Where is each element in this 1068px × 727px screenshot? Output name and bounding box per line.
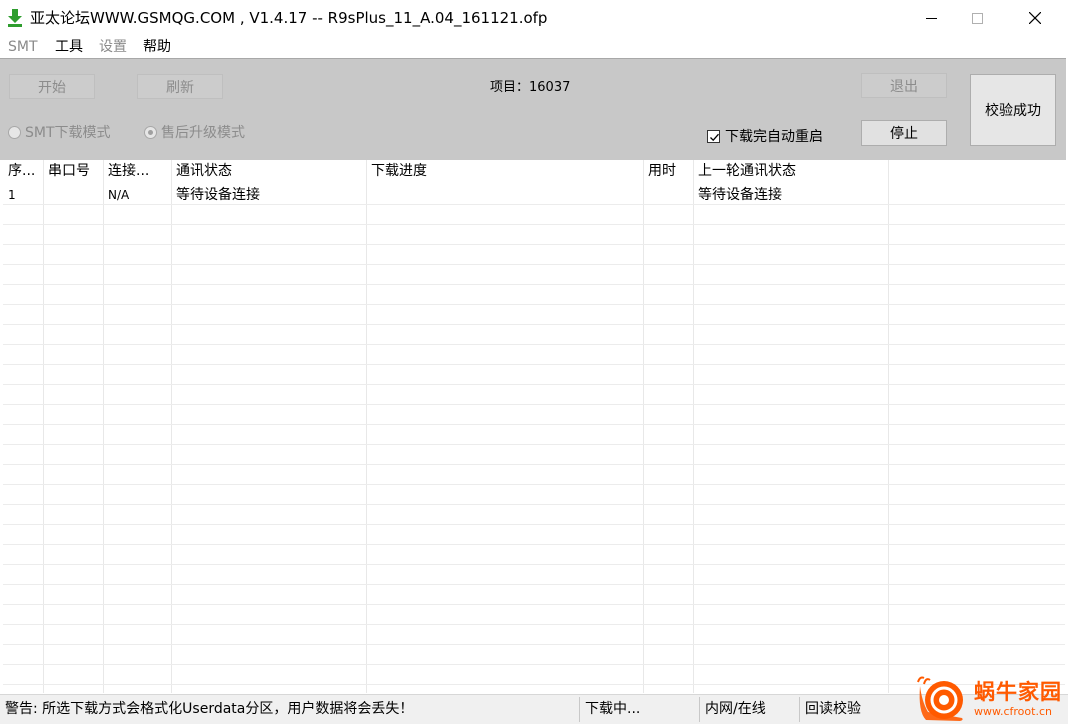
grid-row-line: [3, 604, 1065, 605]
menu-tools[interactable]: 工具: [55, 38, 83, 56]
col-connection[interactable]: 连接...: [103, 160, 171, 183]
snail-logo-icon: [917, 676, 963, 721]
cell-port: [43, 185, 103, 205]
watermark-text: 蜗牛家园: [974, 680, 1062, 704]
verify-success-button[interactable]: 校验成功: [970, 74, 1056, 146]
grid-row-line: [3, 344, 1065, 345]
menu-settings[interactable]: 设置: [99, 38, 127, 56]
radio-smt-label: SMT下载模式: [25, 125, 111, 141]
col-time[interactable]: 用时: [643, 160, 693, 183]
status-state: 下载中...: [585, 701, 641, 717]
menu-bar: SMT 工具 设置 帮助: [0, 36, 1068, 58]
radio-aftersales-mode[interactable]: 售后升级模式: [144, 122, 245, 142]
radio-circle-selected: [144, 125, 157, 139]
project-label: 项目：16037: [490, 80, 571, 95]
grid-row-line: [3, 424, 1065, 425]
grid-column-line: [103, 160, 104, 693]
status-warning: 警告: 所选下载方式会格式化Userdata分区，用户数据将会丢失！: [5, 701, 414, 717]
status-network: 内网/在线: [705, 701, 766, 717]
grid-row-line: [3, 384, 1065, 385]
menu-help[interactable]: 帮助: [143, 38, 171, 56]
grid-column-line: [693, 160, 694, 693]
exit-button[interactable]: 退出: [861, 73, 947, 98]
grid-row-line: [3, 584, 1065, 585]
grid-row-line: [3, 264, 1065, 265]
maximize-icon: [971, 12, 983, 24]
col-index[interactable]: 序...: [3, 160, 43, 183]
grid-row-line: [3, 364, 1065, 365]
radio-smt-mode[interactable]: SMT下载模式: [8, 122, 111, 142]
refresh-button[interactable]: 刷新: [137, 74, 223, 99]
grid-row-line: [3, 284, 1065, 285]
title-bar: 亚太论坛WWW.GSMQG.COM , V1.4.17 -- R9sPlus_1…: [0, 0, 1068, 36]
auto-reboot-checkbox[interactable]: 下载完自动重启: [707, 126, 823, 146]
grid-row-line: [3, 624, 1065, 625]
minimize-button[interactable]: [908, 0, 954, 36]
grid-row-line: [3, 404, 1065, 405]
menu-smt[interactable]: SMT: [8, 38, 38, 56]
status-bar: 警告: 所选下载方式会格式化Userdata分区，用户数据将会丢失！ 下载中..…: [0, 694, 1068, 724]
grid-row-line: [3, 564, 1065, 565]
close-button[interactable]: [1012, 0, 1058, 36]
grid-row-line: [3, 644, 1065, 645]
grid-row-line: [3, 484, 1065, 485]
grid-row-line: [3, 304, 1065, 305]
grid-row-line: [3, 324, 1065, 325]
cell-last-status: 等待设备连接: [698, 187, 782, 203]
window-title: 亚太论坛WWW.GSMQG.COM , V1.4.17 -- R9sPlus_1…: [30, 9, 548, 27]
cell-connection: N/A: [108, 188, 130, 202]
stop-button[interactable]: 停止: [861, 120, 947, 146]
grid-row-line: [3, 464, 1065, 465]
col-progress[interactable]: 下载进度: [366, 160, 643, 183]
grid-column-line: [171, 160, 172, 693]
checkmark-icon: [707, 129, 720, 143]
grid-row-line: [3, 444, 1065, 445]
grid-row-line: [3, 664, 1065, 665]
cell-status: 等待设备连接: [176, 187, 260, 203]
watermark-url: www.cfroot.cn: [974, 705, 1052, 718]
table-header: 序... 串口号 连接... 通讯状态 下载进度 用时 上一轮通讯状态: [3, 160, 1065, 183]
grid-column-line: [888, 160, 889, 693]
cell-index: 1: [8, 188, 16, 202]
start-button[interactable]: 开始: [9, 74, 95, 99]
grid-row-line: [3, 244, 1065, 245]
auto-reboot-label: 下载完自动重启: [725, 129, 823, 145]
col-port[interactable]: 串口号: [43, 160, 103, 183]
maximize-button[interactable]: [954, 0, 1000, 36]
grid-row-line: [3, 544, 1065, 545]
watermark-logo: 蜗牛家园 www.cfroot.cn: [912, 672, 1068, 723]
download-arrow-icon: [7, 9, 23, 27]
grid-row-line: [3, 224, 1065, 225]
grid-column-line: [43, 160, 44, 693]
grid-row-line: [3, 684, 1065, 685]
minimize-icon: [925, 13, 937, 24]
grid-column-line: [643, 160, 644, 693]
cell-progress: [366, 185, 643, 205]
grid-column-line: [366, 160, 367, 693]
col-last-status[interactable]: 上一轮通讯状态: [693, 160, 888, 183]
grid-row-line: [3, 524, 1065, 525]
device-table: 序... 串口号 连接... 通讯状态 下载进度 用时 上一轮通讯状态 1 N/…: [3, 160, 1065, 693]
cell-time: [643, 185, 693, 205]
col-status[interactable]: 通讯状态: [171, 160, 366, 183]
radio-aftersales-label: 售后升级模式: [161, 125, 245, 141]
grid-row-line: [3, 504, 1065, 505]
radio-circle: [8, 125, 21, 139]
close-icon: [1029, 12, 1041, 24]
status-readback: 回读校验: [805, 701, 861, 717]
control-panel: 开始 刷新 项目：16037 退出 校验成功 SMT下载模式 售后升级模式 下载…: [0, 58, 1066, 160]
